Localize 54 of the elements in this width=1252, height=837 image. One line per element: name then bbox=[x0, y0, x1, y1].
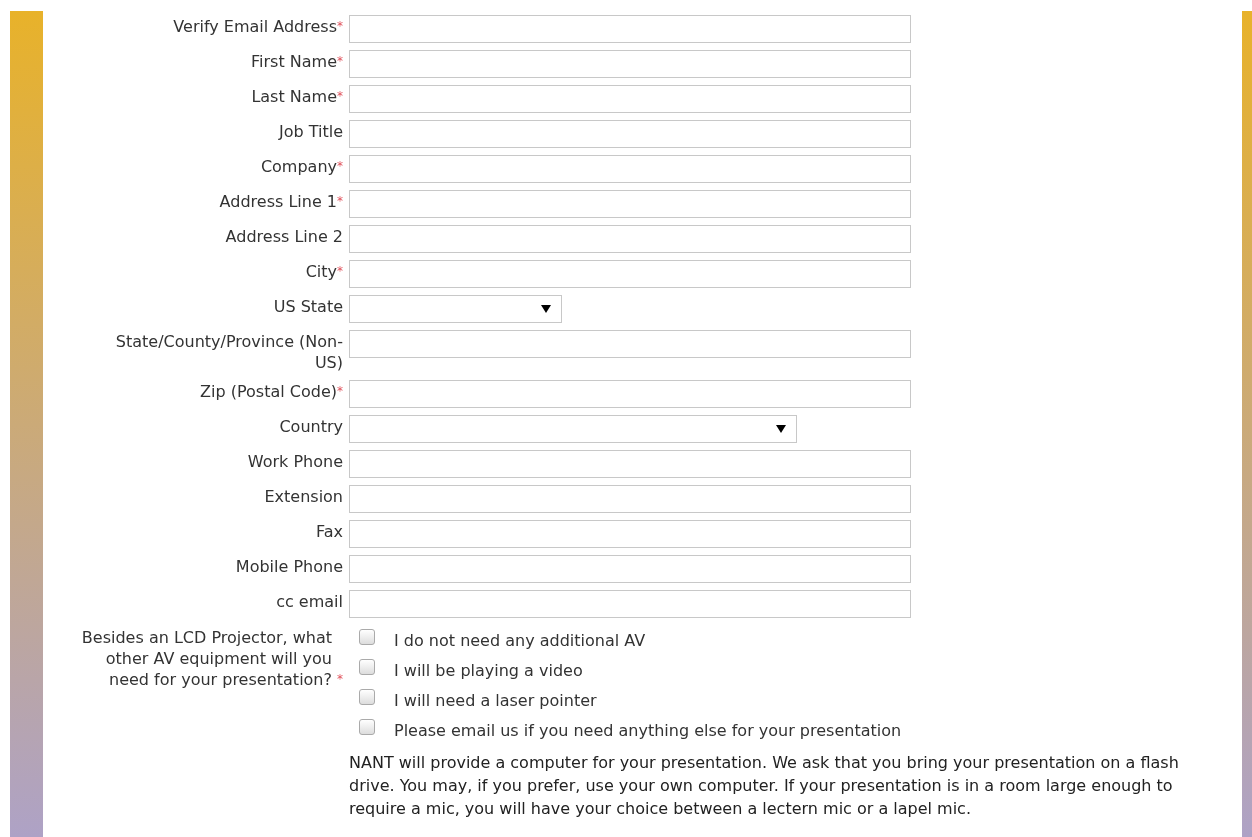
input-field[interactable] bbox=[349, 555, 911, 583]
input-field[interactable] bbox=[349, 190, 911, 218]
checkbox[interactable] bbox=[359, 719, 375, 735]
checkbox[interactable] bbox=[359, 659, 375, 675]
option-label: Please email us if you need anything else for your presentation bbox=[394, 720, 902, 740]
input-field[interactable] bbox=[349, 15, 911, 43]
field-label: State/County/Province (Non-US) bbox=[114, 331, 343, 373]
required-mark: * bbox=[337, 18, 343, 35]
field-label: Zip (Postal Code) bbox=[200, 381, 337, 402]
input-field[interactable] bbox=[349, 155, 911, 183]
question-label: Besides an LCD Projector, what other AV equipment will you need for your presentation? bbox=[80, 627, 332, 690]
field-label: Address Line 2 bbox=[225, 226, 343, 247]
input-field[interactable] bbox=[349, 330, 911, 358]
field-label: cc email bbox=[276, 591, 343, 612]
input-field[interactable] bbox=[349, 450, 911, 478]
info-text: NANT will provide a computer for your presentation. We ask that you bring your presentation on a flash drive. You may, if you prefer, use your own computer. If your presentation is in a room large enough to require a mic, you will have your choice between a lectern mic or a lapel mic. bbox=[349, 752, 1180, 820]
required-mark: * bbox=[337, 263, 343, 278]
option-label: I will be playing a video bbox=[394, 660, 583, 680]
field-label: Company bbox=[260, 156, 337, 177]
input-field[interactable] bbox=[349, 485, 911, 513]
option-label: I will need a laser pointer bbox=[394, 690, 597, 710]
input-field[interactable] bbox=[349, 85, 911, 113]
field-label: Extension bbox=[264, 486, 343, 507]
field-label: Fax bbox=[316, 521, 343, 542]
field-label: Verify Email Address bbox=[173, 16, 337, 37]
field-label: Last Name bbox=[251, 86, 337, 107]
caret-icon bbox=[541, 305, 551, 313]
dropdown[interactable] bbox=[349, 415, 797, 443]
field-label: Job Title bbox=[278, 121, 343, 142]
field-label: Country bbox=[279, 416, 343, 437]
input-field[interactable] bbox=[349, 260, 911, 288]
field-label: City bbox=[305, 261, 337, 282]
required-mark: * bbox=[337, 383, 343, 398]
dropdown[interactable] bbox=[349, 295, 562, 323]
required-mark: * bbox=[337, 671, 343, 688]
field-label: Work Phone bbox=[247, 451, 343, 472]
required-mark: * bbox=[337, 53, 343, 70]
required-mark: * bbox=[337, 193, 343, 210]
caret-icon bbox=[776, 425, 786, 433]
input-field[interactable] bbox=[349, 380, 911, 408]
field-label: First Name bbox=[251, 51, 337, 72]
required-mark: * bbox=[337, 88, 343, 105]
input-field[interactable] bbox=[349, 225, 911, 253]
input-field[interactable] bbox=[349, 120, 911, 148]
checkbox[interactable] bbox=[359, 629, 375, 645]
checkbox[interactable] bbox=[359, 689, 375, 705]
input-field[interactable] bbox=[349, 50, 911, 78]
input-field[interactable] bbox=[349, 590, 911, 618]
field-label: Mobile Phone bbox=[235, 556, 343, 577]
required-mark: * bbox=[337, 158, 343, 173]
input-field[interactable] bbox=[349, 520, 911, 548]
option-label: I do not need any additional AV bbox=[394, 630, 646, 650]
field-label: US State bbox=[273, 296, 343, 317]
field-label: Address Line 1 bbox=[219, 191, 337, 212]
